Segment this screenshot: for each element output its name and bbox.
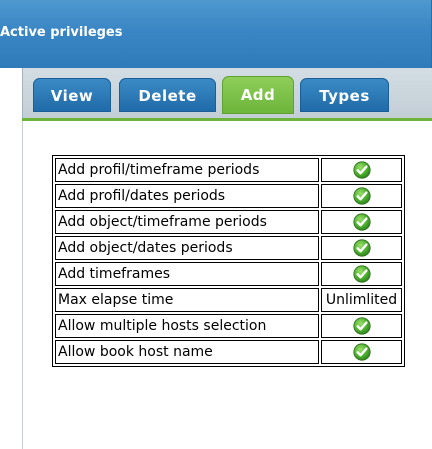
- tab-types[interactable]: Types: [300, 78, 389, 112]
- privilege-value: [321, 262, 402, 286]
- panel-header: Active privileges: [0, 0, 432, 68]
- table-row: Allow multiple hosts selection: [55, 314, 402, 338]
- privilege-value: [321, 236, 402, 260]
- tab-view[interactable]: View: [33, 78, 111, 112]
- table-row: Max elapse time Unlimlited: [55, 288, 402, 312]
- table-row: Add profil/timeframe periods: [55, 158, 402, 182]
- privilege-label: Add timeframes: [55, 262, 319, 286]
- privilege-value: [321, 314, 402, 338]
- panel-title: Active privileges: [0, 25, 123, 40]
- check-icon: [352, 343, 371, 361]
- check-icon: [352, 161, 371, 179]
- privilege-value: [321, 210, 402, 234]
- table-row: Add object/dates periods: [55, 236, 402, 260]
- check-icon: [352, 265, 371, 283]
- privilege-label: Add object/timeframe periods: [55, 210, 319, 234]
- table-row: Add timeframes: [55, 262, 402, 286]
- check-icon: [352, 239, 371, 257]
- privilege-value: [321, 184, 402, 208]
- privileges-panel: Active privileges View Delete Add Types …: [0, 0, 432, 449]
- privilege-label: Allow book host name: [55, 340, 319, 364]
- privilege-value: [321, 158, 402, 182]
- check-icon: [352, 187, 371, 205]
- privilege-label: Allow multiple hosts selection: [55, 314, 319, 338]
- table-row: Allow book host name: [55, 340, 402, 364]
- table-row: Add profil/dates periods: [55, 184, 402, 208]
- tab-bar: View Delete Add Types: [22, 68, 432, 120]
- tab-add[interactable]: Add: [222, 76, 294, 114]
- privilege-label: Max elapse time: [55, 288, 319, 312]
- privilege-value: Unlimlited: [321, 288, 402, 312]
- privilege-label: Add object/dates periods: [55, 236, 319, 260]
- table-row: Add object/timeframe periods: [55, 210, 402, 234]
- privilege-label: Add profil/dates periods: [55, 184, 319, 208]
- privilege-value: [321, 340, 402, 364]
- tab-delete[interactable]: Delete: [119, 78, 216, 112]
- check-icon: [352, 317, 371, 335]
- privileges-table: Add profil/timeframe periods Add profil/d…: [52, 155, 405, 367]
- privilege-value-text: Unlimlited: [325, 292, 398, 308]
- check-icon: [352, 213, 371, 231]
- privilege-label: Add profil/timeframe periods: [55, 158, 319, 182]
